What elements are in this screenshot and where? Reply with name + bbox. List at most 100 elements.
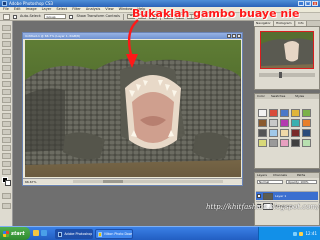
menu-image[interactable]: Image — [26, 7, 37, 12]
style-swatch[interactable] — [269, 139, 278, 147]
style-swatch[interactable] — [280, 119, 289, 127]
hand-tool-icon[interactable] — [2, 161, 11, 167]
zoom-slider-thumb[interactable] — [279, 72, 282, 78]
crop-tool-icon[interactable] — [2, 57, 11, 63]
tab-swatches[interactable]: Swatches — [269, 94, 287, 99]
style-swatch[interactable] — [302, 139, 311, 147]
scroll-thumb[interactable] — [103, 180, 123, 183]
opacity-field[interactable]: Opacity: 100% — [286, 180, 317, 184]
menu-select[interactable]: Select — [56, 7, 67, 12]
taskbar-item-nikon[interactable]: Nikon Photo Downlo... — [95, 229, 133, 239]
brush-tool-icon[interactable] — [2, 81, 11, 87]
style-swatch[interactable] — [302, 129, 311, 137]
style-swatch[interactable] — [258, 139, 267, 147]
zoom-tool-icon[interactable] — [2, 169, 11, 175]
layer-name: Layer 1 — [275, 194, 287, 198]
browser-icon[interactable] — [41, 230, 47, 236]
style-swatch[interactable] — [291, 139, 300, 147]
auto-select-dropdown[interactable]: Group — [44, 14, 67, 19]
style-swatch[interactable] — [291, 119, 300, 127]
style-swatch[interactable] — [269, 119, 278, 127]
folder-icon[interactable] — [33, 230, 39, 236]
dodge-tool-icon[interactable] — [2, 129, 11, 135]
tab-channels[interactable]: Channels — [271, 173, 289, 178]
layer-row[interactable]: Layer 1 — [256, 191, 318, 200]
transform-controls-checkbox[interactable] — [69, 14, 74, 19]
menu-layer[interactable]: Layer — [42, 7, 52, 12]
navigator-zoom-slider[interactable] — [259, 72, 315, 78]
magic-wand-tool-icon[interactable] — [2, 49, 11, 55]
taskbar-item-photoshop[interactable]: Adobe Photoshop C... — [55, 229, 93, 239]
close-icon[interactable] — [237, 34, 241, 38]
blend-mode-dropdown[interactable]: Normal — [257, 180, 283, 184]
tab-color[interactable]: Color — [255, 94, 267, 99]
swatch-tabs: Color Swatches Styles — [255, 94, 319, 99]
window-controls: _ □ × — [298, 1, 318, 6]
screen-mode-icon[interactable] — [2, 203, 11, 209]
style-swatch[interactable] — [269, 129, 278, 137]
eye-icon[interactable] — [257, 194, 261, 198]
style-swatch[interactable] — [280, 109, 289, 117]
zoom-readout[interactable]: 66.67% — [25, 180, 36, 184]
menu-filter[interactable]: Filter — [72, 7, 81, 12]
style-swatch[interactable] — [291, 109, 300, 117]
style-swatch[interactable] — [258, 109, 267, 117]
start-button[interactable]: start — [0, 227, 30, 240]
tab-styles[interactable]: Styles — [293, 94, 306, 99]
close-icon[interactable]: × — [312, 1, 318, 6]
pen-tool-icon[interactable] — [2, 137, 11, 143]
layer-options: Normal Opacity: 100% — [257, 180, 317, 185]
menu-file[interactable]: File — [3, 7, 9, 12]
auto-select-label: Auto-Select: — [20, 14, 42, 18]
app-title-bar: Adobe Photoshop CS3 _ □ × — [0, 0, 320, 7]
style-swatch[interactable] — [302, 109, 311, 117]
horizontal-scrollbar[interactable] — [73, 180, 223, 183]
lasso-tool-icon[interactable] — [2, 41, 11, 47]
marquee-tool-icon[interactable] — [2, 33, 11, 39]
navigator-thumbnail[interactable] — [260, 31, 314, 69]
minimize-icon[interactable] — [227, 34, 231, 38]
clone-stamp-icon[interactable] — [2, 89, 11, 95]
gradient-tool-icon[interactable] — [2, 113, 11, 119]
transform-controls-label: Show Transform Controls — [76, 14, 120, 18]
style-swatch[interactable] — [302, 119, 311, 127]
menu-edit[interactable]: Edit — [14, 7, 21, 12]
style-swatch[interactable] — [258, 129, 267, 137]
menu-view[interactable]: View — [105, 7, 113, 12]
minimize-icon[interactable]: _ — [298, 1, 304, 6]
layers-tabs: Layers Channels Paths — [255, 173, 319, 178]
quick-mask-icon[interactable] — [2, 193, 11, 199]
watermark-url: http://khitfashion.blogspot.com/ — [206, 203, 320, 211]
maximize-icon[interactable]: □ — [305, 1, 311, 6]
style-swatch[interactable] — [269, 109, 278, 117]
style-swatch[interactable] — [258, 119, 267, 127]
slice-tool-icon[interactable] — [2, 65, 11, 71]
blur-tool-icon[interactable] — [2, 121, 11, 127]
eraser-tool-icon[interactable] — [2, 105, 11, 111]
type-tool-icon[interactable] — [2, 145, 11, 151]
history-brush-icon[interactable] — [2, 97, 11, 103]
document-title: Untitled-1 @ 66.7% (Layer 1, RGB/8) — [25, 34, 81, 38]
document-status-bar: 66.67% — [23, 178, 242, 184]
move-tool-preset-icon[interactable] — [3, 13, 10, 20]
healing-brush-icon[interactable] — [2, 73, 11, 79]
network-icon[interactable] — [293, 231, 298, 236]
menu-analysis[interactable]: Analysis — [86, 7, 100, 12]
path-select-icon[interactable] — [2, 153, 11, 159]
maximize-icon[interactable] — [232, 34, 236, 38]
start-label: start — [11, 230, 25, 237]
tab-paths[interactable]: Paths — [295, 173, 307, 178]
taskbar-item-label: Nikon Photo Downlo... — [104, 232, 132, 236]
move-tool-icon[interactable] — [2, 25, 11, 31]
clock: 12:41 — [305, 231, 317, 236]
menu-window[interactable]: Window — [119, 7, 133, 12]
tab-layers[interactable]: Layers — [255, 173, 269, 178]
navigator-preview — [261, 32, 313, 68]
style-swatch[interactable] — [280, 139, 289, 147]
navigator-panel — [254, 26, 320, 90]
style-swatch[interactable] — [280, 129, 289, 137]
volume-icon[interactable] — [299, 231, 304, 236]
auto-select-checkbox[interactable] — [13, 14, 17, 19]
style-swatch[interactable] — [291, 129, 300, 137]
background-color-swatch[interactable] — [5, 180, 11, 186]
